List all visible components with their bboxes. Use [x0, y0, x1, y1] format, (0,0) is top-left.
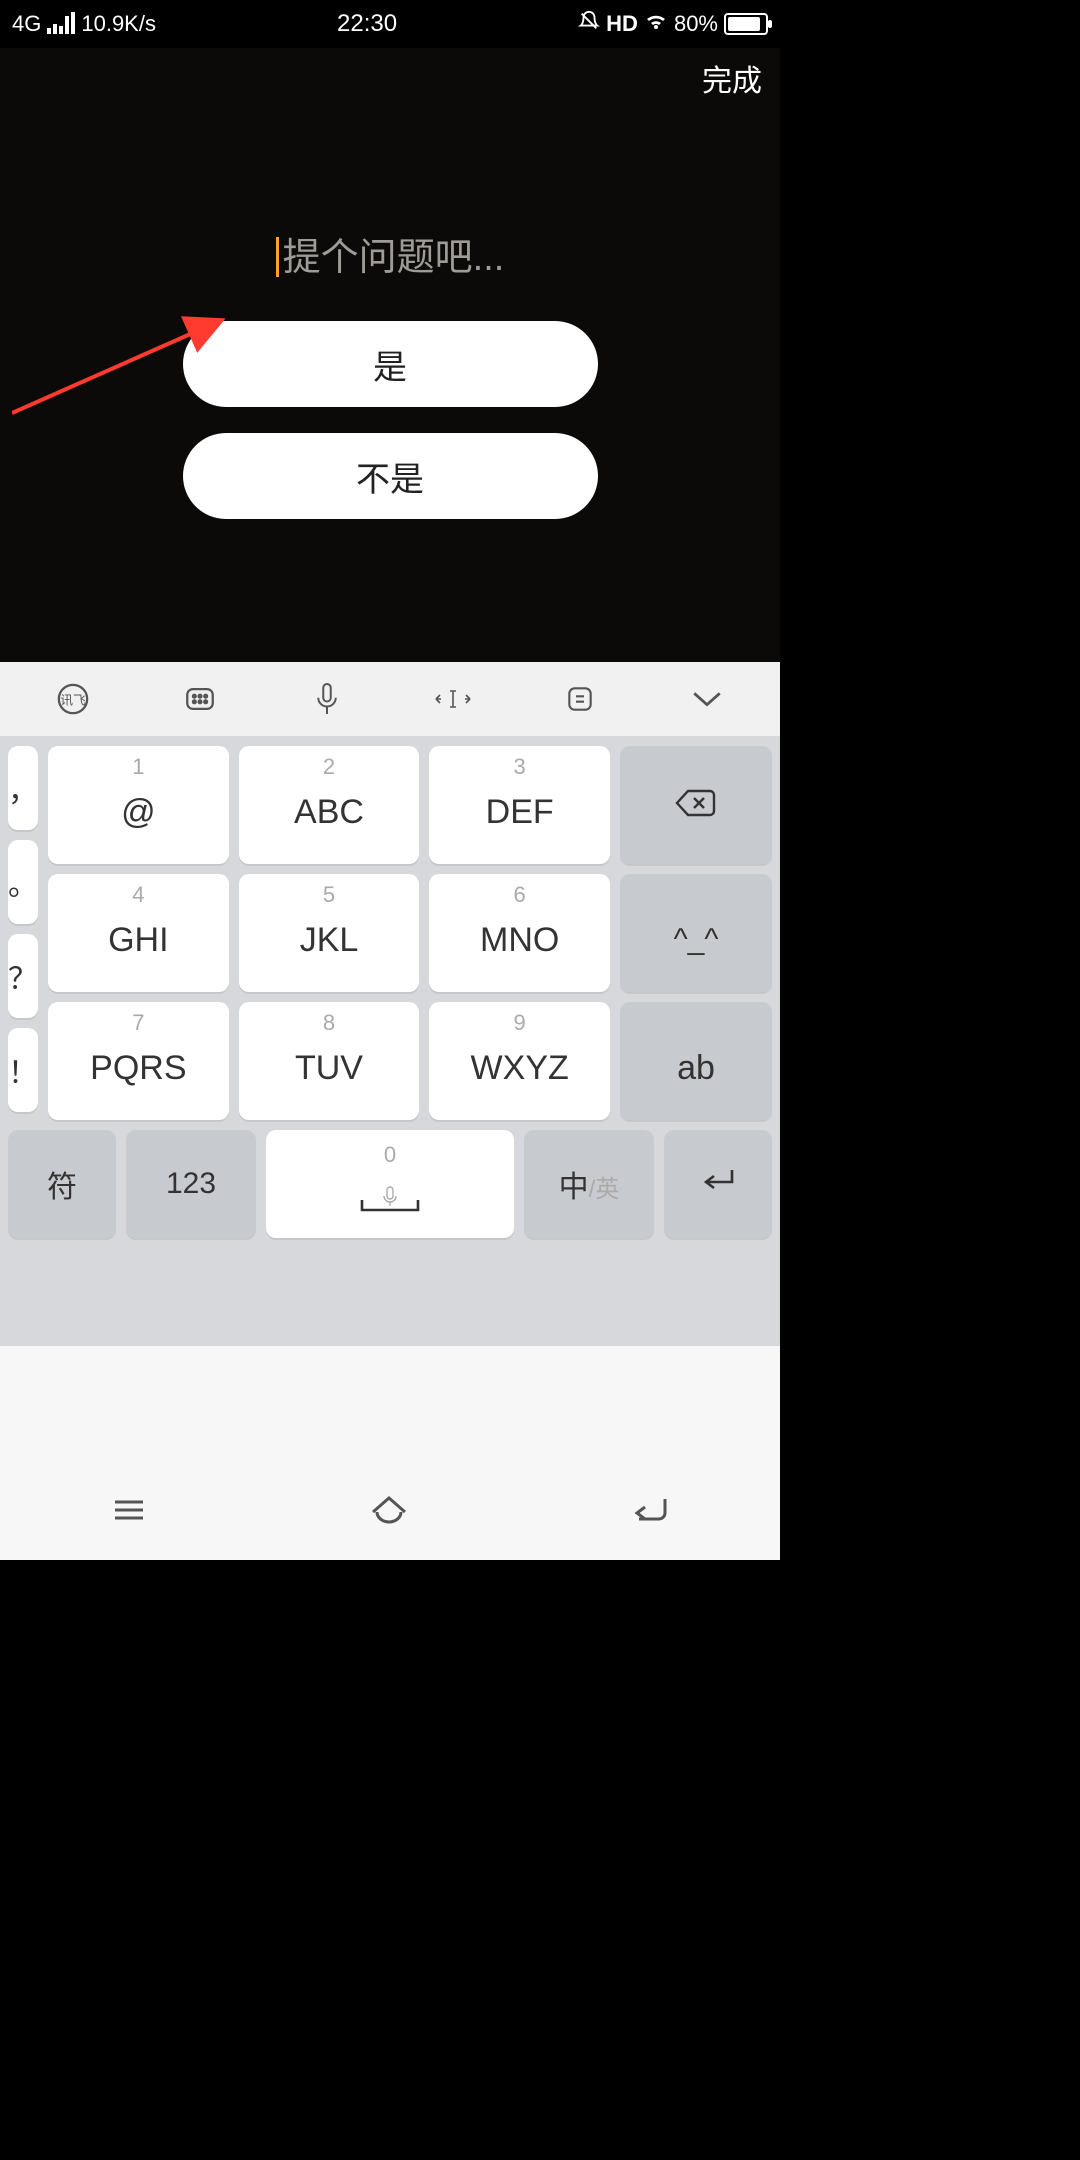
collapse-keyboard-icon[interactable] [685, 677, 729, 721]
language-toggle-key[interactable]: 中/英 [524, 1130, 654, 1238]
question-widget: 提个问题吧... 是 不是 [0, 226, 780, 519]
status-bar: 4G 10.9K/s 22:30 HD 80% [0, 0, 780, 48]
exclamation-key[interactable]: ！ [8, 1028, 38, 1112]
backspace-icon [674, 787, 718, 824]
numeric-key[interactable]: 123 [126, 1130, 256, 1238]
key-3[interactable]: 3DEF [429, 746, 610, 864]
network-type-label: 4G [12, 11, 41, 37]
battery-pct-label: 80% [674, 11, 718, 37]
mute-icon [578, 10, 600, 38]
symbols-key[interactable]: 符 [8, 1130, 116, 1238]
cursor-move-icon[interactable] [431, 677, 475, 721]
clock-label: 22:30 [156, 10, 578, 38]
keyboard-toolbar: 讯飞 [0, 662, 780, 736]
android-nav-bar [0, 1460, 780, 1560]
network-speed-label: 10.9K/s [81, 11, 156, 37]
enter-icon [698, 1166, 738, 1202]
key-2[interactable]: 2ABC [239, 746, 420, 864]
key-9[interactable]: 9WXYZ [429, 1002, 610, 1120]
text-cursor [276, 237, 279, 277]
period-key[interactable]: 。 [8, 840, 38, 924]
option-yes-button[interactable]: 是 [183, 321, 598, 407]
back-button[interactable] [629, 1493, 671, 1528]
enter-key[interactable] [664, 1130, 772, 1238]
status-left: 4G 10.9K/s [12, 11, 156, 37]
question-input[interactable]: 提个问题吧... [276, 226, 505, 281]
question-mark-key[interactable]: ？ [8, 934, 38, 1018]
status-right: HD 80% [578, 10, 768, 38]
question-placeholder: 提个问题吧... [283, 237, 505, 279]
story-question-editor: 完成 提个问题吧... 是 不是 [0, 48, 780, 662]
keyboard-settings-icon[interactable] [178, 677, 222, 721]
key-1[interactable]: 1@ [48, 746, 229, 864]
emoji-key[interactable]: ^_^ [620, 874, 772, 992]
signal-icon [47, 14, 75, 34]
backspace-key[interactable] [620, 746, 772, 864]
voice-input-icon[interactable] [305, 677, 349, 721]
key-4[interactable]: 4GHI [48, 874, 229, 992]
clipboard-icon[interactable] [558, 677, 602, 721]
space-icon [358, 1174, 422, 1224]
ime-logo-icon[interactable]: 讯飞 [51, 677, 95, 721]
latin-mode-key[interactable]: ab [620, 1002, 772, 1120]
comma-key[interactable]: ， [8, 746, 38, 830]
hd-label: HD [606, 11, 638, 37]
space-key[interactable]: 0 [266, 1130, 514, 1238]
wifi-icon [644, 11, 668, 37]
key-8[interactable]: 8TUV [239, 1002, 420, 1120]
key-5[interactable]: 5JKL [239, 874, 420, 992]
t9-keys: 1@ 2ABC 3DEF 4GHI 5JKL 6MNO ^_^ 7PQRS 8T… [48, 746, 772, 1120]
punctuation-column: ， 。 ？ ！ [8, 746, 38, 1120]
home-button[interactable] [367, 1492, 411, 1529]
key-6[interactable]: 6MNO [429, 874, 610, 992]
done-button[interactable]: 完成 [702, 56, 762, 100]
key-7[interactable]: 7PQRS [48, 1002, 229, 1120]
option-no-button[interactable]: 不是 [183, 433, 598, 519]
keyboard: ， 。 ？ ！ 1@ 2ABC 3DEF 4GHI 5JKL 6MNO ^_^ … [0, 736, 780, 1346]
recent-apps-button[interactable] [109, 1494, 149, 1527]
svg-text:讯飞: 讯飞 [61, 693, 87, 708]
battery-icon [724, 13, 768, 35]
